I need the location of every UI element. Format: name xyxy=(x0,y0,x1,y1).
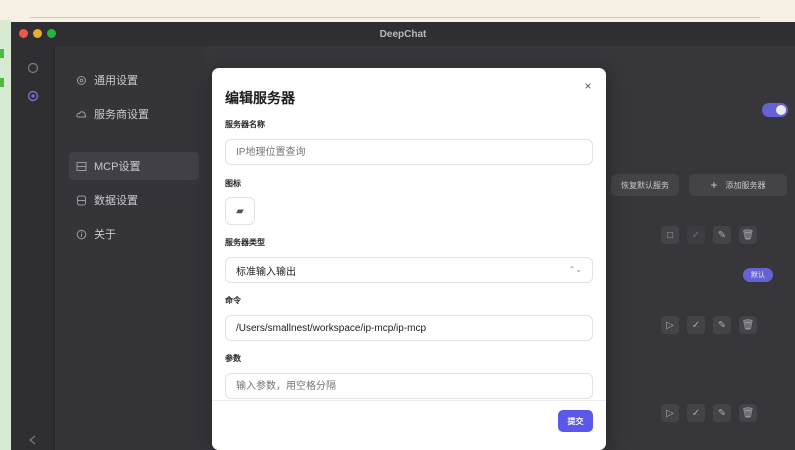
args-input[interactable] xyxy=(225,373,593,399)
icon-picker[interactable]: ▰ xyxy=(225,197,255,225)
dialog-footer xyxy=(212,400,606,450)
server-type-select[interactable]: 标准输入输出 ⌃⌄ xyxy=(225,257,593,283)
command-value: /Users/smallnest/workspace/ip-mcp/ip-mcp xyxy=(236,322,427,334)
server-icon: ▰ xyxy=(236,205,244,217)
server-type-label: 服务器类型 xyxy=(225,238,265,247)
args-label: 参数 xyxy=(225,354,241,363)
server-name-input[interactable] xyxy=(225,139,593,165)
chevron-updown-icon: ⌃⌄ xyxy=(568,265,582,274)
command-label: 命令 xyxy=(225,296,241,305)
desktop-background xyxy=(0,0,795,18)
server-name-label: 服务器名称 xyxy=(225,120,265,129)
server-type-value: 标准输入输出 xyxy=(236,266,296,278)
submit-button[interactable]: 提交 xyxy=(558,410,593,432)
close-icon[interactable]: × xyxy=(582,80,594,92)
divider xyxy=(30,17,760,18)
change-marker xyxy=(0,49,4,58)
icon-label: 图标 xyxy=(225,179,241,188)
change-marker xyxy=(0,78,4,87)
dialog-title: 编辑服务器 xyxy=(225,90,295,106)
command-input[interactable]: /Users/smallnest/workspace/ip-mcp/ip-mcp xyxy=(225,315,593,341)
edit-server-dialog: 编辑服务器 × 服务器名称 图标 ▰ 服务器类型 标准输入输出 ⌃⌄ 命令 /U… xyxy=(212,68,606,450)
